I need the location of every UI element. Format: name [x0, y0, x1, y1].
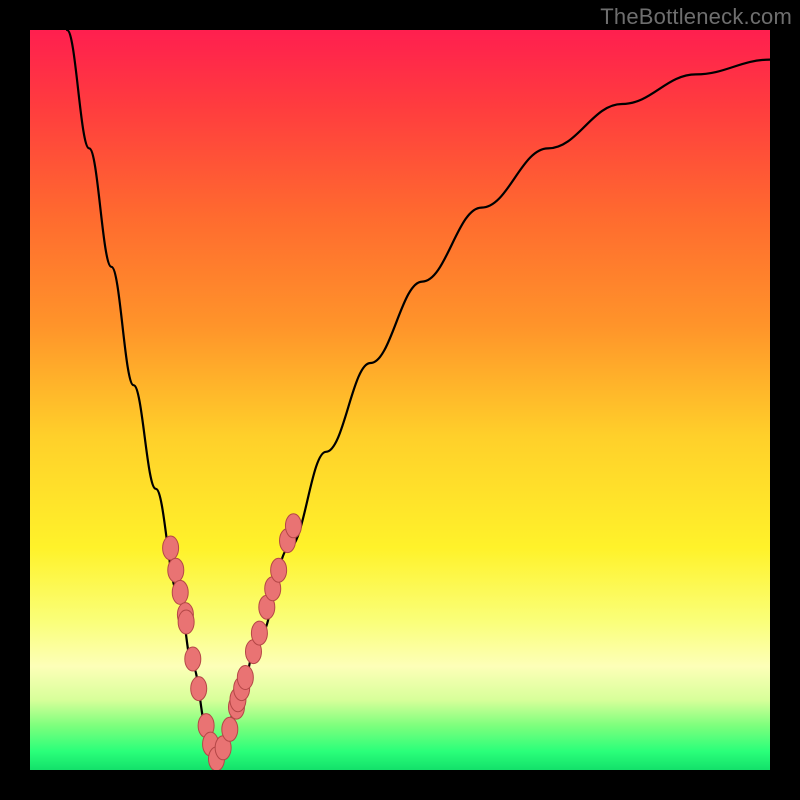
outer-frame: TheBottleneck.com: [0, 0, 800, 800]
marker-dot: [271, 558, 287, 582]
plot-area: [30, 30, 770, 770]
watermark-text: TheBottleneck.com: [600, 4, 792, 30]
gradient-background: [30, 30, 770, 770]
marker-dot: [222, 717, 238, 741]
marker-dot: [251, 621, 267, 645]
marker-dot: [163, 536, 179, 560]
marker-dot: [178, 610, 194, 634]
marker-dot: [172, 580, 188, 604]
marker-dot: [168, 558, 184, 582]
marker-dot: [185, 647, 201, 671]
marker-dot: [237, 666, 253, 690]
marker-dot: [285, 514, 301, 538]
chart-svg: [30, 30, 770, 770]
marker-dot: [191, 677, 207, 701]
